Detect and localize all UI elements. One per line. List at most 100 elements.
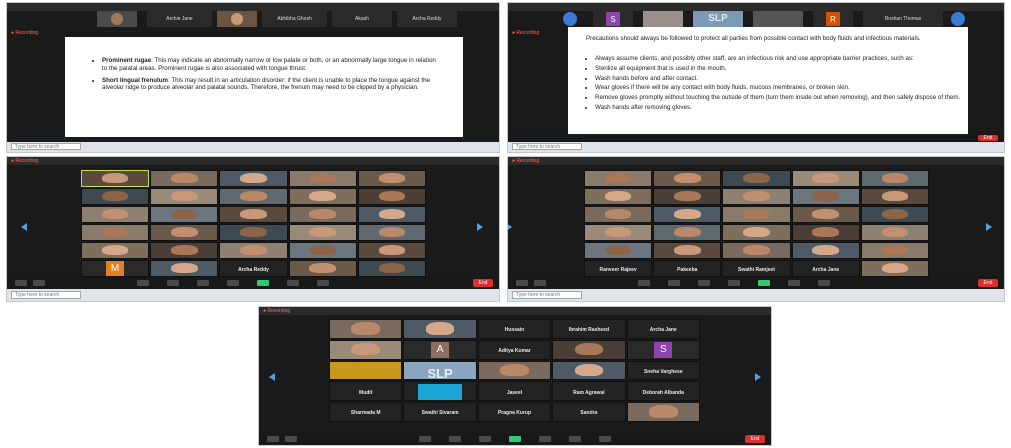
participant-video-tile[interactable]: Aditya Kumar: [477, 339, 552, 360]
participant-video-tile[interactable]: Sandra: [552, 402, 626, 422]
participant-video-tile[interactable]: [219, 170, 288, 187]
participant-strip-tile[interactable]: Archa Reddy: [397, 11, 457, 27]
participant-video-tile[interactable]: [81, 206, 150, 223]
participant-video-tile[interactable]: [403, 381, 477, 402]
participant-video-tile[interactable]: [81, 170, 150, 187]
participant-video-tile[interactable]: [288, 206, 357, 223]
participant-video-tile[interactable]: [288, 170, 357, 187]
participant-video-tile[interactable]: [219, 188, 288, 205]
participant-video-tile[interactable]: [860, 206, 929, 223]
participant-video-tile[interactable]: [150, 242, 219, 259]
participant-video-tile[interactable]: [81, 188, 150, 205]
participant-video-tile[interactable]: S: [626, 339, 700, 360]
participant-video-tile[interactable]: SLP: [403, 360, 477, 381]
participant-video-tile[interactable]: [584, 170, 653, 187]
taskbar-search[interactable]: Type here to search: [11, 143, 81, 150]
participant-video-tile[interactable]: Jaseel: [477, 381, 552, 402]
previous-page-icon[interactable]: [21, 223, 27, 231]
participant-video-tile[interactable]: [653, 224, 722, 241]
participant-video-tile[interactable]: [626, 402, 700, 422]
participant-video-tile[interactable]: [357, 260, 426, 277]
participant-video-tile[interactable]: [584, 188, 653, 205]
participant-video-tile[interactable]: [357, 170, 426, 187]
participant-video-tile[interactable]: Pragna Kurup: [477, 402, 552, 422]
participant-video-tile[interactable]: [584, 242, 653, 259]
participant-strip-tile[interactable]: Archie Jane: [147, 11, 212, 27]
next-page-icon[interactable]: [508, 223, 512, 231]
participant-video-tile[interactable]: [860, 260, 929, 277]
participant-video-tile[interactable]: [722, 170, 791, 187]
participant-video-tile[interactable]: [722, 206, 791, 223]
participant-video-tile[interactable]: [288, 242, 357, 259]
taskbar-search[interactable]: Type here to search: [512, 291, 582, 299]
participant-strip-tile[interactable]: [97, 11, 137, 27]
taskbar-search[interactable]: Type here to search: [512, 143, 582, 150]
participant-video-tile[interactable]: [219, 206, 288, 223]
participant-video-tile[interactable]: [653, 188, 722, 205]
participant-video-tile[interactable]: Hussain: [477, 319, 552, 339]
participant-video-tile[interactable]: [150, 224, 219, 241]
participant-video-tile[interactable]: [288, 224, 357, 241]
participant-strip-tile[interactable]: S: [593, 11, 633, 27]
participant-strip-tile[interactable]: Akash: [332, 11, 392, 27]
participant-video-tile[interactable]: [219, 242, 288, 259]
participant-video-tile[interactable]: Deborah Albanda: [626, 381, 700, 402]
next-page-icon[interactable]: [986, 223, 992, 231]
participant-strip-tile[interactable]: [217, 11, 257, 27]
participant-video-tile[interactable]: Ibrahim Rasheed: [552, 319, 626, 339]
participant-video-tile[interactable]: Ranveer Rajeev: [584, 260, 653, 277]
participant-video-tile[interactable]: [791, 170, 860, 187]
participant-strip-tile[interactable]: [753, 11, 803, 27]
taskbar-search[interactable]: Type here to search: [11, 291, 81, 299]
participant-video-tile[interactable]: [219, 224, 288, 241]
strip-left-arrow-icon[interactable]: [563, 12, 577, 26]
participant-video-tile[interactable]: [150, 260, 219, 277]
previous-page-icon[interactable]: [269, 373, 275, 381]
next-page-icon[interactable]: [755, 373, 761, 381]
participant-video-tile[interactable]: [357, 206, 426, 223]
participant-video-tile[interactable]: Archa Reddy: [219, 260, 288, 277]
participant-video-tile[interactable]: Sneha Varghese: [626, 360, 700, 381]
participant-video-tile[interactable]: [722, 188, 791, 205]
participant-video-tile[interactable]: [81, 242, 150, 259]
participant-video-tile[interactable]: [552, 339, 626, 360]
participant-video-tile[interactable]: Archa Jane: [626, 319, 700, 339]
end-meeting-button[interactable]: End: [473, 279, 493, 287]
participant-video-tile[interactable]: [653, 170, 722, 187]
participant-video-tile[interactable]: [791, 188, 860, 205]
participant-video-tile[interactable]: [860, 170, 929, 187]
strip-right-arrow-icon[interactable]: [951, 12, 965, 26]
participant-video-tile[interactable]: [791, 224, 860, 241]
participant-video-tile[interactable]: [329, 339, 403, 360]
participant-video-tile[interactable]: [860, 242, 929, 259]
participant-video-tile[interactable]: [477, 360, 552, 381]
participant-video-tile[interactable]: [329, 360, 403, 381]
participant-video-tile[interactable]: Swathi Sivaram: [403, 402, 477, 422]
participant-strip-tile[interactable]: [643, 11, 683, 27]
participant-video-tile[interactable]: [357, 188, 426, 205]
participant-video-tile[interactable]: [722, 242, 791, 259]
participant-video-tile[interactable]: [288, 260, 357, 277]
participant-strip-tile[interactable]: R: [813, 11, 853, 27]
participant-video-tile[interactable]: [791, 242, 860, 259]
participant-video-tile[interactable]: [584, 224, 653, 241]
participant-strip-tile[interactable]: SLP: [693, 11, 743, 27]
participant-video-tile[interactable]: [584, 206, 653, 223]
participant-video-tile[interactable]: [653, 206, 722, 223]
participant-video-tile[interactable]: [860, 188, 929, 205]
participant-video-tile[interactable]: [357, 242, 426, 259]
participant-video-tile[interactable]: Ram Agrawal: [552, 381, 626, 402]
participant-video-tile[interactable]: [329, 319, 403, 339]
participant-video-tile[interactable]: [653, 242, 722, 259]
participant-video-tile[interactable]: [552, 360, 626, 381]
participant-video-tile[interactable]: Mudit: [329, 381, 403, 402]
participant-video-tile[interactable]: [791, 206, 860, 223]
participant-video-tile[interactable]: [357, 224, 426, 241]
end-meeting-button[interactable]: End: [978, 135, 998, 141]
participant-video-tile[interactable]: Archa Jane: [791, 260, 860, 277]
participant-video-tile[interactable]: Pakeeba: [653, 260, 722, 277]
participant-strip-tile[interactable]: Roshan Thomas: [863, 11, 943, 27]
participant-video-tile[interactable]: [150, 170, 219, 187]
participant-video-tile[interactable]: Sharmada M: [329, 402, 403, 422]
end-meeting-button[interactable]: End: [978, 279, 998, 287]
